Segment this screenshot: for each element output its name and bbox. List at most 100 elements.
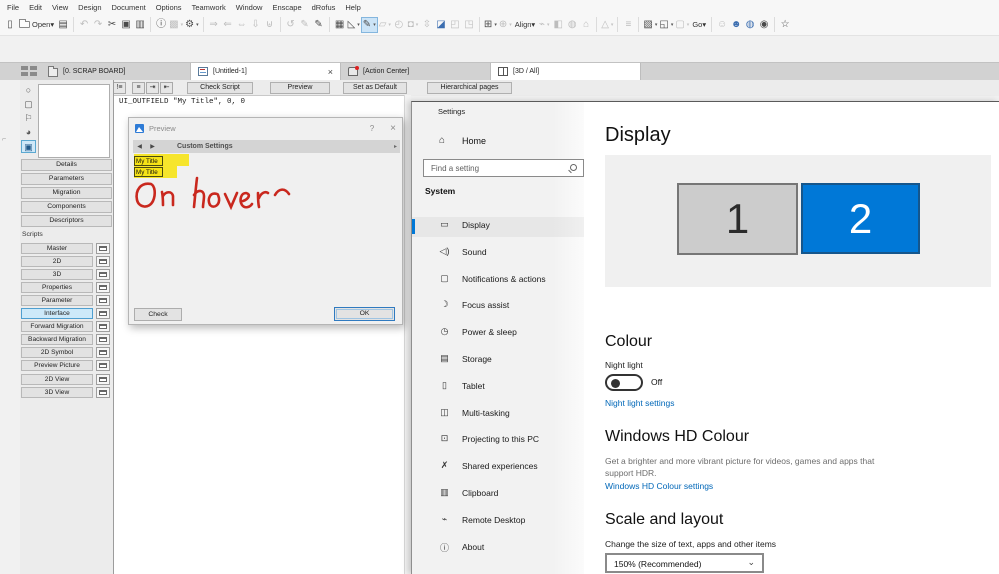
help-button[interactable]: ? xyxy=(370,124,374,133)
door-icon[interactable]: ◧ xyxy=(551,17,565,33)
redo-icon[interactable]: ↷ xyxy=(91,17,105,33)
script-item-forward-migration[interactable]: Forward Migration xyxy=(21,321,93,332)
script-window-checkbox[interactable] xyxy=(96,295,110,306)
nav-forward-icon[interactable]: ▶ xyxy=(146,143,159,150)
menu-options[interactable]: Options xyxy=(151,3,187,12)
panel-button-descriptors[interactable]: Descriptors xyxy=(21,215,112,227)
script-item-properties[interactable]: Properties xyxy=(21,282,93,293)
link-icon[interactable]: ▩ ▾ xyxy=(168,17,184,33)
pen-muted-icon[interactable]: ✎ xyxy=(298,17,312,33)
sidebar-item-clipboard[interactable]: ▥ Clipboard xyxy=(412,485,584,505)
open-button[interactable]: Open ▾ xyxy=(17,19,56,29)
script-editor-icon[interactable]: ▣ xyxy=(21,140,36,153)
panel-button-parameters[interactable]: Parameters xyxy=(21,173,112,185)
hatch-icon[interactable]: ▦ xyxy=(333,17,347,33)
arrow-forward-icon[interactable]: ⇒ xyxy=(207,17,221,33)
arrow-down-icon[interactable]: ⇩ xyxy=(249,17,263,33)
dropdown-arrow-icon[interactable]: ▾ xyxy=(388,17,391,33)
sidebar-item-about[interactable]: ⓘ About xyxy=(412,539,584,559)
web-share-icon[interactable]: ◍ xyxy=(743,17,757,33)
dropdown-arrow-icon[interactable]: ▾ xyxy=(531,20,535,29)
dropdown-arrow-icon[interactable]: ▾ xyxy=(509,17,512,33)
home-tool-icon[interactable]: ⌂ xyxy=(579,17,593,33)
dropdown-arrow-icon[interactable]: ▾ xyxy=(687,17,690,33)
hierarchical-pages-button[interactable]: Hierarchical pages xyxy=(427,82,512,94)
grid-snap-icon[interactable]: ⊞ ▾ xyxy=(483,17,498,33)
menu-view[interactable]: View xyxy=(47,3,73,12)
go-button[interactable]: Go ▾ xyxy=(690,20,708,29)
set-default-button[interactable]: Set as Default xyxy=(343,82,407,94)
sidebar-item-multi-tasking[interactable]: ◫ Multi-tasking xyxy=(412,405,584,425)
night-light-settings-link[interactable]: Night light settings xyxy=(605,398,674,408)
dropdown-arrow-icon[interactable]: ▾ xyxy=(611,17,614,33)
menu-file[interactable]: File xyxy=(2,3,24,12)
tab-action-center[interactable]: [Action Center] xyxy=(341,63,491,80)
menu-window[interactable]: Window xyxy=(231,3,268,12)
dropdown-arrow-icon[interactable]: ▾ xyxy=(50,20,54,29)
pen-icon[interactable]: ✎ xyxy=(312,17,326,33)
script-window-checkbox[interactable] xyxy=(96,360,110,371)
favorites-icon[interactable]: ☆ xyxy=(778,17,792,33)
dropdown-arrow-icon[interactable]: ▾ xyxy=(655,17,658,33)
editor-scrollbar[interactable] xyxy=(404,95,411,574)
outdent-button[interactable]: ⇤ xyxy=(160,82,173,94)
view-3d-icon[interactable]: ◱ ▾ xyxy=(658,17,674,33)
dialog-title-bar[interactable]: Preview ? × xyxy=(129,118,402,138)
sidebar-item-home[interactable]: ⌂ Home xyxy=(412,132,584,152)
monitor-2[interactable]: 2 xyxy=(801,183,920,254)
script-item-2d-view[interactable]: 2D View xyxy=(21,374,93,385)
rotate-icon[interactable]: ↺ xyxy=(284,17,298,33)
script-window-checkbox[interactable] xyxy=(96,321,110,332)
dropdown-arrow-icon[interactable]: ▾ xyxy=(373,17,376,33)
sidebar-item-shared-experiences[interactable]: ✗ Shared experiences xyxy=(412,458,584,478)
dropdown-arrow-icon[interactable]: ▾ xyxy=(416,17,419,33)
layout-icon[interactable]: ▢ ▾ xyxy=(674,17,690,33)
quad-view-icon[interactable] xyxy=(21,66,37,77)
new-document-icon[interactable]: ▯ xyxy=(3,17,17,33)
sidebar-item-projecting-to-this-pc[interactable]: ⊡ Projecting to this PC xyxy=(412,431,584,451)
script-window-checkbox[interactable] xyxy=(96,282,110,293)
sphere-icon[interactable]: ◕ xyxy=(21,126,36,139)
script-item-preview-picture[interactable]: Preview Picture xyxy=(21,360,93,371)
ruler-icon[interactable]: ◺ ▾ xyxy=(347,17,361,33)
night-light-toggle[interactable] xyxy=(605,374,643,391)
cut-icon[interactable]: ✂ xyxy=(105,17,119,33)
menu-enscape[interactable]: Enscape xyxy=(267,3,306,12)
script-item-3d[interactable]: 3D xyxy=(21,269,93,280)
dropdown-arrow-icon[interactable]: ▾ xyxy=(547,17,550,33)
trash-icon[interactable]: ⊎ xyxy=(263,17,277,33)
panel-button-components[interactable]: Components xyxy=(21,201,112,213)
monitor-1[interactable]: 1 xyxy=(677,183,798,255)
paste-icon[interactable]: ▥ xyxy=(133,17,147,33)
render-image-icon[interactable]: ▧ ▾ xyxy=(642,17,658,33)
code-line[interactable]: UI_OUTFIELD "My Title", 0, 0 xyxy=(119,98,245,106)
sidebar-item-notifications-actions[interactable]: ▢ Notifications & actions xyxy=(412,271,584,291)
menu-help[interactable]: Help xyxy=(340,3,365,12)
tab-close-icon[interactable]: × xyxy=(328,67,333,77)
dropdown-arrow-icon[interactable]: ▾ xyxy=(671,17,674,33)
script-window-checkbox[interactable] xyxy=(96,387,110,398)
tab-untitled-1[interactable]: [Untitled-1] × xyxy=(191,63,341,80)
sidebar-item-remote-desktop[interactable]: ⌁ Remote Desktop xyxy=(412,512,584,532)
flag-icon[interactable]: ⚐ xyxy=(21,112,36,125)
camera-icon[interactable]: ◉ xyxy=(757,17,771,33)
draw-tool-icon[interactable]: ✎ ▾ xyxy=(360,16,378,33)
person-icon[interactable]: ◍ xyxy=(565,17,579,33)
clock-icon[interactable]: ◴ xyxy=(392,17,406,33)
dropdown-arrow-icon[interactable]: ▾ xyxy=(357,17,360,33)
sidebar-item-focus-assist[interactable]: ☽ Focus assist xyxy=(412,297,584,317)
indent-button[interactable]: ⇥ xyxy=(146,82,159,94)
panel-button-details[interactable]: Details xyxy=(21,159,112,171)
check-button[interactable]: Check xyxy=(134,308,182,321)
dropdown-arrow-icon[interactable]: ▾ xyxy=(494,17,497,33)
tab-0-scrap-board[interactable]: [0. SCRAP BOARD] xyxy=(41,63,191,80)
dropdown-arrow-icon[interactable]: ▾ xyxy=(181,17,184,33)
menu-document[interactable]: Document xyxy=(107,3,151,12)
script-item-3d-view[interactable]: 3D View xyxy=(21,387,93,398)
key-icon[interactable]: ⌁ ▾ xyxy=(537,17,551,33)
dropdown-arrow-icon[interactable]: ▾ xyxy=(702,20,706,29)
script-item-backward-migration[interactable]: Backward Migration xyxy=(21,334,93,345)
dropdown-arrow-icon[interactable]: ▾ xyxy=(196,17,199,33)
menu-teamwork[interactable]: Teamwork xyxy=(187,3,231,12)
lock-icon[interactable]: ◘ ▾ xyxy=(406,17,420,33)
